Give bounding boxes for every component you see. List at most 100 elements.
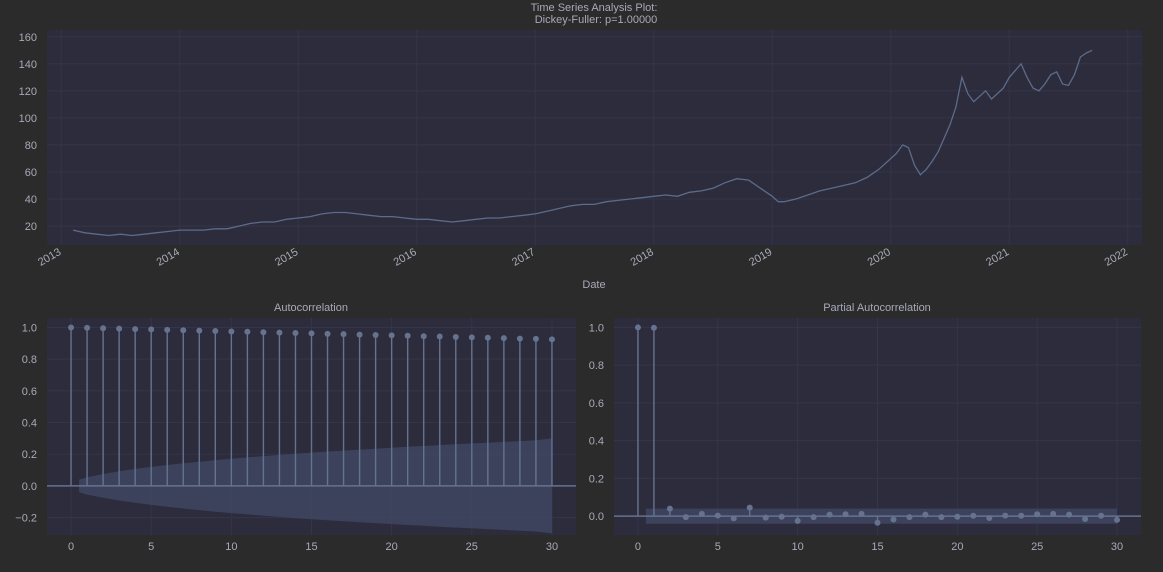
acf-stem-marker bbox=[228, 328, 235, 335]
acf-stem-marker bbox=[356, 331, 363, 338]
acf-stem-marker bbox=[532, 335, 539, 342]
acf-stem-marker bbox=[260, 329, 267, 336]
pacf-stem-marker bbox=[842, 511, 849, 518]
ts-y-tick-label: 40 bbox=[25, 194, 37, 206]
acf-stem-marker bbox=[500, 335, 507, 342]
pacf-stem-marker bbox=[650, 324, 657, 331]
acf-y-tick-label: 0.8 bbox=[22, 354, 37, 366]
pacf-y-tick-label: 0.4 bbox=[589, 436, 604, 448]
pacf-y-tick-label: 1.0 bbox=[589, 322, 604, 334]
pacf-stem-marker bbox=[922, 511, 929, 518]
acf-stem-marker bbox=[84, 324, 91, 331]
pacf-stem-marker bbox=[1018, 512, 1025, 519]
pacf-stem-marker bbox=[1034, 511, 1041, 518]
pacf-stem-marker bbox=[1066, 511, 1073, 518]
acf-stem-marker bbox=[180, 327, 187, 334]
acf-stem-marker bbox=[244, 328, 251, 335]
acf-x-tick-label: 10 bbox=[225, 541, 237, 553]
acf-y-tick-label: 0.4 bbox=[22, 418, 37, 430]
pacf-stem-marker bbox=[698, 510, 705, 517]
acf-x-tick-label: 15 bbox=[305, 541, 317, 553]
pacf-stem-marker bbox=[682, 514, 689, 521]
pacf-stem-marker bbox=[778, 513, 785, 520]
acf-stem-marker bbox=[404, 332, 411, 339]
ts-y-tick-label: 80 bbox=[25, 140, 37, 152]
acf-y-tick-label: −0.2 bbox=[15, 513, 37, 525]
pacf-y-tick-label: 0.0 bbox=[589, 511, 604, 523]
ts-y-tick-label: 100 bbox=[19, 113, 37, 125]
pacf-stem-marker bbox=[762, 514, 769, 521]
pacf-stem-marker bbox=[1050, 510, 1057, 517]
acf-stem-marker bbox=[452, 334, 459, 341]
ts-y-tick-label: 60 bbox=[25, 167, 37, 179]
pacf-stem-marker bbox=[874, 519, 881, 526]
acf-title: Autocorrelation bbox=[274, 302, 348, 314]
pacf-stem-marker bbox=[1082, 515, 1089, 522]
pacf-stem-marker bbox=[810, 514, 817, 521]
pacf-stem-marker bbox=[906, 514, 913, 521]
pacf-x-tick-label: 20 bbox=[951, 541, 963, 553]
acf-stem-marker bbox=[68, 324, 75, 331]
pacf-stem-marker bbox=[794, 517, 801, 524]
acf-stem-marker bbox=[484, 334, 491, 341]
acf-stem-marker bbox=[516, 335, 523, 342]
acf-stem-marker bbox=[100, 325, 107, 332]
time-series-xlabel: Date bbox=[582, 279, 605, 291]
acf-stem-marker bbox=[292, 330, 299, 337]
ts-y-tick-label: 140 bbox=[19, 59, 37, 71]
ts-y-tick-label: 160 bbox=[19, 32, 37, 44]
pacf-x-tick-label: 5 bbox=[715, 541, 721, 553]
acf-x-tick-label: 30 bbox=[546, 541, 558, 553]
acf-stem-marker bbox=[308, 330, 315, 337]
pacf-y-tick-label: 0.6 bbox=[589, 398, 604, 410]
acf-y-tick-label: 0.0 bbox=[22, 481, 37, 493]
pacf-x-tick-label: 15 bbox=[871, 541, 883, 553]
acf-stem-marker bbox=[548, 336, 555, 343]
acf-y-tick-label: 0.2 bbox=[22, 449, 37, 461]
pacf-plot: Partial Autocorrelation 1.0 0.8 0.6 0.4 0.2 0… bbox=[589, 302, 1141, 553]
acf-x-tick-label: 5 bbox=[148, 541, 154, 553]
pacf-x-tick-label: 25 bbox=[1031, 541, 1043, 553]
pacf-stem-marker bbox=[1114, 516, 1121, 523]
acf-stem-marker bbox=[388, 332, 395, 339]
figure-title-line1: Time Series Analysis Plot: bbox=[531, 2, 658, 14]
acf-stem-marker bbox=[132, 326, 139, 333]
pacf-x-tick-label: 0 bbox=[635, 541, 641, 553]
acf-stem-marker bbox=[420, 333, 427, 340]
pacf-stem-marker bbox=[954, 513, 961, 520]
pacf-stem-marker bbox=[714, 512, 721, 519]
time-series-axes-background bbox=[47, 30, 1142, 245]
acf-stem-marker bbox=[468, 334, 475, 341]
pacf-x-tick-label: 30 bbox=[1111, 541, 1123, 553]
acf-stem-marker bbox=[372, 331, 379, 338]
acf-plot: Autocorrelation 1.0 0.8 0.6 0.4 0.2 0.0 −0.2 0… bbox=[15, 302, 576, 553]
pacf-title: Partial Autocorrelation bbox=[823, 302, 931, 314]
pacf-stem-marker bbox=[666, 505, 673, 512]
pacf-y-tick-label: 0.2 bbox=[589, 473, 604, 485]
pacf-x-tick-label: 10 bbox=[792, 541, 804, 553]
acf-stem-marker bbox=[276, 329, 283, 336]
ts-y-tick-label: 20 bbox=[25, 221, 37, 233]
acf-stem-marker bbox=[436, 333, 443, 340]
figure: Time Series Analysis Plot: Dickey-Fuller… bbox=[0, 0, 1163, 572]
pacf-stem-marker bbox=[634, 324, 641, 331]
acf-x-tick-label: 25 bbox=[466, 541, 478, 553]
pacf-stem-marker bbox=[938, 514, 945, 521]
pacf-stem-marker bbox=[1002, 512, 1009, 519]
acf-stem-marker bbox=[116, 325, 123, 332]
pacf-stem-marker bbox=[858, 510, 865, 517]
figure-title-line2: Dickey-Fuller: p=1.00000 bbox=[535, 14, 658, 26]
acf-stem-marker bbox=[324, 330, 331, 337]
acf-x-tick-label: 20 bbox=[386, 541, 398, 553]
pacf-stem-marker bbox=[730, 515, 737, 522]
pacf-stem-marker bbox=[746, 504, 753, 511]
pacf-stem-marker bbox=[970, 512, 977, 519]
acf-stem-marker bbox=[340, 331, 347, 338]
acf-stem-marker bbox=[212, 327, 219, 334]
pacf-y-tick-label: 0.8 bbox=[589, 360, 604, 372]
ts-y-tick-label: 120 bbox=[19, 86, 37, 98]
pacf-stem-marker bbox=[826, 511, 833, 518]
acf-y-tick-label: 1.0 bbox=[22, 323, 37, 335]
acf-stem-marker bbox=[164, 326, 171, 333]
acf-y-tick-label: 0.6 bbox=[22, 386, 37, 398]
